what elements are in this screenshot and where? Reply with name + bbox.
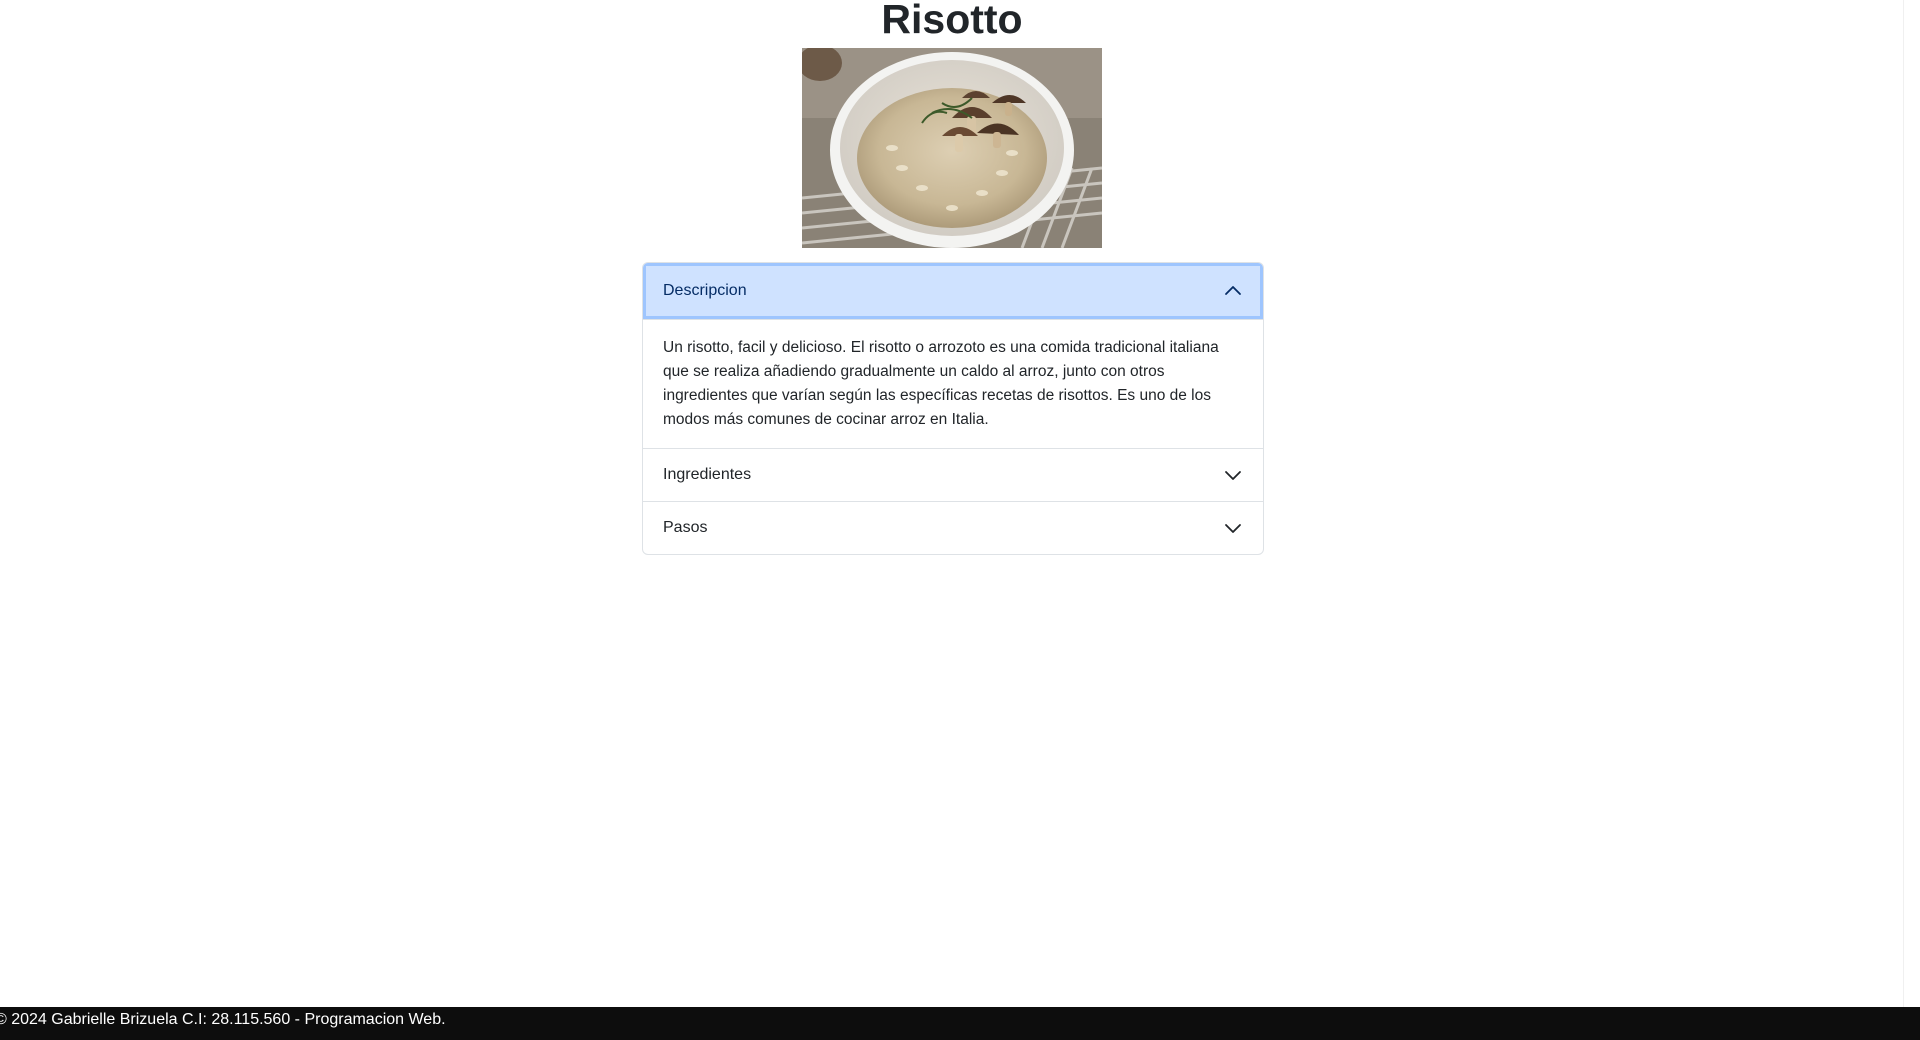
accordion-item-descripcion: Descripcion Un risotto, facil y delicios… [643, 263, 1263, 448]
page-footer: © 2024 Gabrielle Brizuela C.I: 28.115.56… [0, 1007, 1920, 1040]
chevron-up-icon [1223, 281, 1243, 301]
recipe-accordion: Descripcion Un risotto, facil y delicios… [642, 262, 1264, 555]
accordion-label-descripcion: Descripcion [663, 282, 747, 299]
accordion-item-ingredientes: Ingredientes [643, 448, 1263, 501]
accordion-label-ingredientes: Ingredientes [663, 466, 752, 483]
page: Risotto Descripcion Un risotto, facil y … [0, 0, 1920, 1040]
chevron-down-icon [1223, 465, 1243, 485]
chevron-down-icon [1223, 518, 1243, 538]
accordion-header-ingredientes[interactable]: Ingredientes [643, 449, 1263, 501]
page-title: Risotto [881, 0, 1023, 42]
accordion-header-pasos[interactable]: Pasos [643, 502, 1263, 554]
risotto-image [802, 48, 1102, 248]
page-scrollbar[interactable] [1903, 0, 1920, 1007]
footer-text: © 2024 Gabrielle Brizuela C.I: 28.115.56… [0, 1011, 446, 1028]
accordion-label-pasos: Pasos [663, 519, 708, 536]
accordion-item-pasos: Pasos [643, 501, 1263, 554]
accordion-header-descripcion[interactable]: Descripcion [643, 263, 1263, 319]
accordion-body-descripcion: Un risotto, facil y delicioso. El risott… [643, 319, 1263, 448]
